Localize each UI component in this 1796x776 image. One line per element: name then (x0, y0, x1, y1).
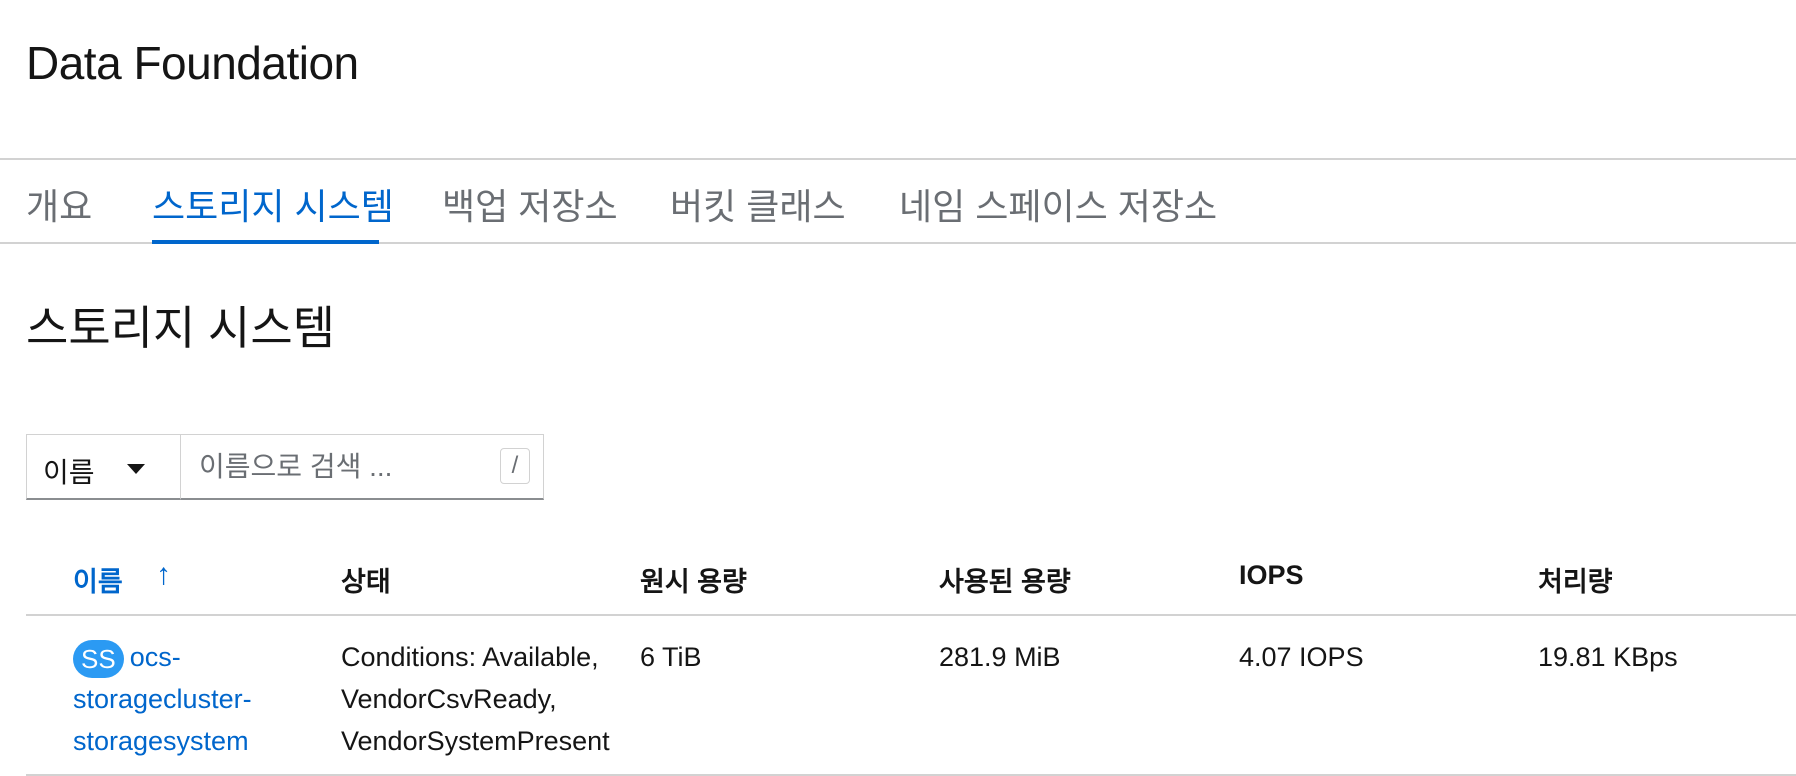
column-header-status[interactable]: 상태 (341, 560, 391, 599)
tab-namespace-store[interactable]: 네임 스페이스 저장소 (899, 178, 1217, 230)
search-input[interactable] (181, 434, 544, 500)
name-line: storagecluster- (73, 684, 252, 714)
column-header-iops[interactable]: IOPS (1239, 560, 1304, 591)
column-header-name[interactable]: 이름 (73, 560, 123, 599)
column-header-used-capacity[interactable]: 사용된 용량 (939, 560, 1071, 599)
iops-cell: 4.07 IOPS (1239, 642, 1364, 672)
column-header-raw-capacity[interactable]: 원시 용량 (640, 560, 747, 599)
throughput-cell: 19.81 KBps (1538, 642, 1678, 672)
tab-storage-systems[interactable]: 스토리지 시스템 (152, 178, 394, 230)
name-line: storagesystem (73, 726, 249, 756)
tab-overview[interactable]: 개요 (26, 178, 92, 230)
filter-type-dropdown[interactable]: 이름 (26, 434, 181, 500)
resource-badge: SS (73, 639, 124, 678)
name-line: ocs- (129, 642, 181, 672)
sort-ascending-icon[interactable]: ↑ (156, 558, 171, 592)
filter-type-label: 이름 (43, 457, 95, 488)
page-title: Data Foundation (26, 37, 359, 89)
active-tab-indicator (152, 240, 379, 244)
raw-capacity-cell: 6 TiB (640, 642, 702, 672)
tab-bar: 개요 스토리지 시스템 백업 저장소 버킷 클래스 네임 스페이스 저장소 (0, 158, 1796, 244)
tab-backing-store[interactable]: 백업 저장소 (442, 178, 618, 230)
tab-bucket-class[interactable]: 버킷 클래스 (670, 178, 846, 230)
keyboard-shortcut-hint: / (500, 448, 530, 484)
section-title: 스토리지 시스템 (26, 302, 336, 354)
used-capacity-cell: 281.9 MiB (939, 642, 1061, 672)
status-cell: Conditions: Available, VendorCsvReady, V… (341, 636, 631, 762)
table-row: SS ocs-storagecluster-storagesystem Condi… (26, 616, 1796, 776)
filter-toolbar: 이름 / (26, 434, 544, 500)
column-header-throughput[interactable]: 처리량 (1538, 560, 1613, 599)
status-line: Conditions: Available, (341, 642, 599, 672)
caret-down-icon (127, 464, 145, 474)
status-line: VendorSystemPresent (341, 726, 610, 756)
status-line: VendorCsvReady, (341, 684, 557, 714)
name-cell: SS ocs-storagecluster-storagesystem (73, 636, 323, 762)
table-header-row: 이름 ↑ 상태 원시 용량 사용된 용량 IOPS 처리량 (26, 556, 1796, 616)
